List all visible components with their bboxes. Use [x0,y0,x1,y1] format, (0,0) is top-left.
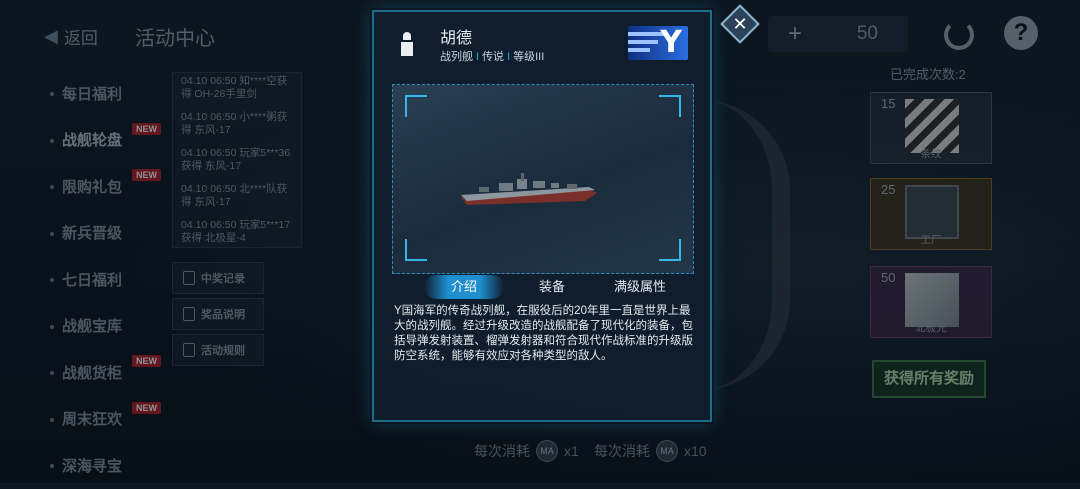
detail-tabs: 介绍 装备 满级属性 [424,275,684,301]
close-icon: ✕ [732,14,748,34]
flag-letter: Y [660,26,682,60]
ship-type: 战列舰 [440,51,473,63]
tag-separator: I [507,51,511,63]
ship-description: Y国海军的传奇战列舰，在服役后的20年里一直是世界上最大的战列舰。经过升级改造的… [394,305,693,362]
frame-corner [659,239,681,261]
tab-equipment[interactable]: 装备 [512,275,592,299]
ship-detail-dialog: 胡德 战列舰 I 传说 I 等级III Y ✕ 介绍 装备 满级属性 Y国海军的… [372,4,760,422]
frame-corner [405,239,427,261]
ship-preview[interactable] [392,84,694,274]
ship-tags: 战列舰 I 传说 I 等级III [440,48,544,64]
ship-rarity: 传说 [482,51,505,63]
frame-corner [659,95,681,117]
frame-corner [405,95,427,117]
tag-separator: I [476,51,480,63]
nation-flag-icon: Y [628,26,688,60]
battleship-model-image [461,173,597,205]
tab-intro[interactable]: 介绍 [424,275,504,299]
ship-name: 胡德 [440,30,473,47]
dialog-header: 胡德 战列舰 I 传说 I 等级III Y [374,12,710,72]
ship-tier: 等级III [513,51,545,63]
tab-max-stats[interactable]: 满级属性 [600,275,680,299]
battleship-class-icon [400,32,414,58]
